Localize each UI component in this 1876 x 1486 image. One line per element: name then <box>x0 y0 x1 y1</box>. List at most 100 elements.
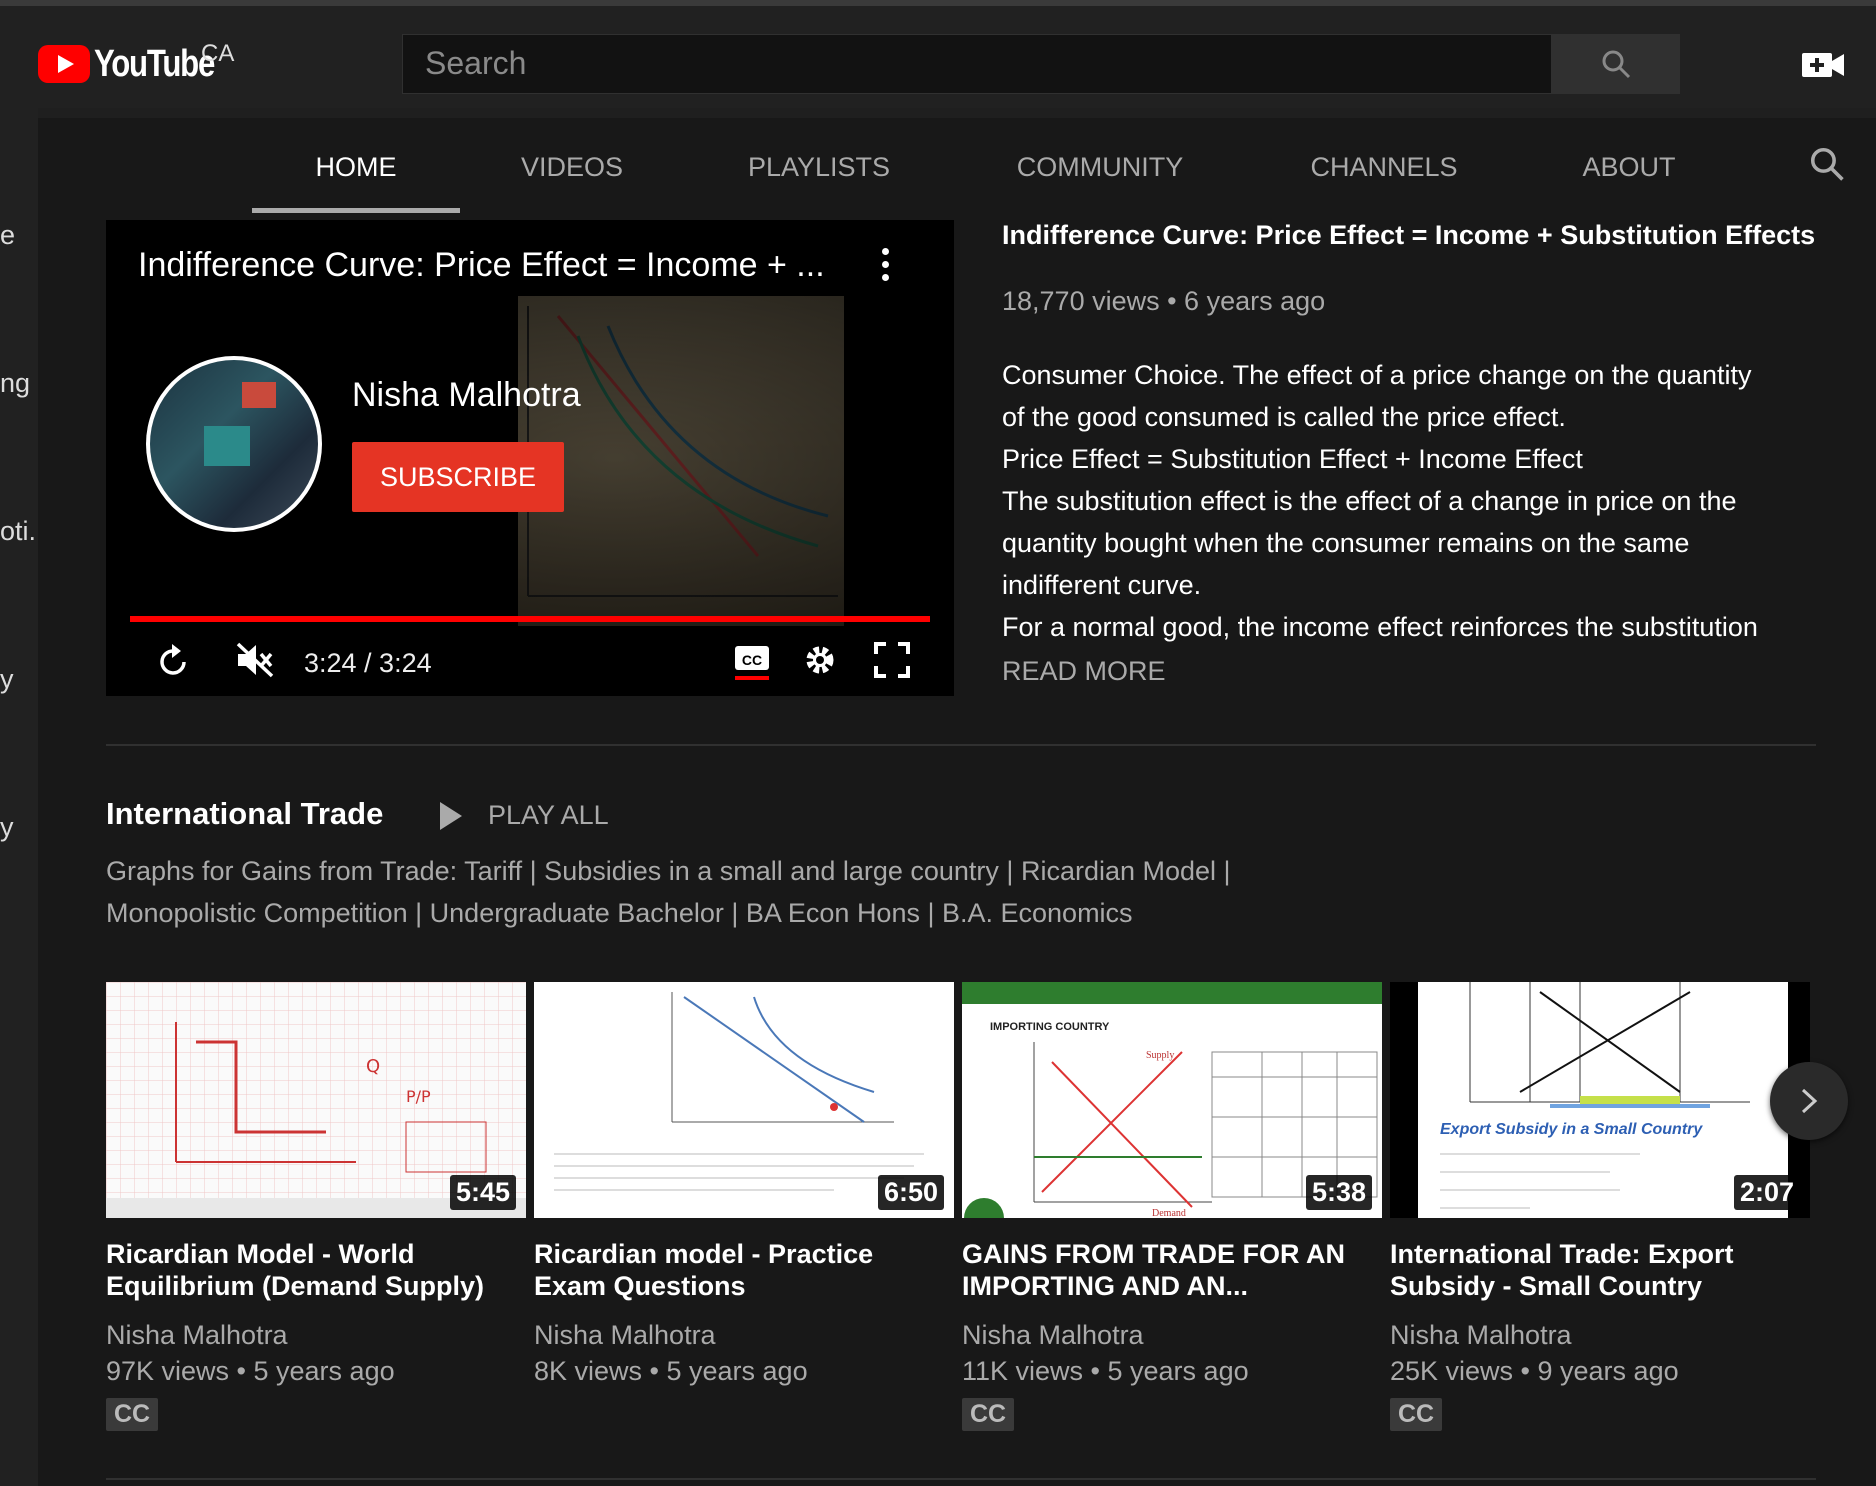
svg-text:CC: CC <box>742 652 762 668</box>
shelf-description: Graphs for Gains from Trade: Tariff | Su… <box>106 850 1406 934</box>
video-thumbnail[interactable]: 6:50 <box>534 982 954 1218</box>
description-line: Price Effect = Substitution Effect + Inc… <box>1002 444 1583 474</box>
duration-badge: 5:45 <box>449 1175 516 1210</box>
top-stripe <box>0 0 1876 6</box>
description-line: quantity bought when the consumer remain… <box>1002 528 1690 558</box>
sidebar-item-fragment[interactable]: y <box>0 812 14 843</box>
fullscreen-icon <box>874 642 910 678</box>
tab-playlists[interactable]: PLAYLISTS <box>730 118 908 216</box>
section-divider <box>106 1478 1816 1480</box>
thumbnail-demand-label: Demand <box>1152 1208 1186 1218</box>
search-icon <box>1602 50 1631 79</box>
tab-about[interactable]: ABOUT <box>1570 118 1688 216</box>
description-line: Consumer Choice. The effect of a price c… <box>1002 360 1752 390</box>
featured-video-player[interactable]: Indifference Curve: Price Effect = Incom… <box>106 220 954 696</box>
player-channel-name[interactable]: Nisha Malhotra <box>352 376 581 415</box>
play-all-icon[interactable] <box>440 802 462 830</box>
active-tab-indicator <box>252 208 460 213</box>
thumbnail-heading: IMPORTING COUNTRY <box>990 1021 1110 1033</box>
replay-icon <box>160 644 186 675</box>
video-title-line: Subsidy - Small Country <box>1390 1271 1703 1301</box>
video-thumbnail[interactable]: Export Subsidy in a Small Country 2:07 <box>1390 982 1810 1218</box>
description-line: indifferent curve. <box>1002 570 1202 600</box>
video-title-line: Exam Questions <box>534 1271 746 1301</box>
sidebar-item-fragment[interactable]: y <box>0 664 14 695</box>
shelf-description-line: Graphs for Gains from Trade: Tariff | Su… <box>106 856 1231 886</box>
video-channel[interactable]: Nisha Malhotra <box>962 1320 1144 1351</box>
description-line: For a normal good, the income effect rei… <box>1002 612 1758 642</box>
video-title[interactable]: International Trade: Export Subsidy - Sma… <box>1390 1238 1810 1302</box>
section-divider <box>106 744 1816 746</box>
description-line: The substitution effect is the effect of… <box>1002 486 1737 516</box>
cc-badge: CC <box>1390 1398 1443 1431</box>
video-title[interactable]: Ricardian Model - World Equilibrium (Dema… <box>106 1238 526 1302</box>
captions-button[interactable]: CC <box>732 640 772 687</box>
tab-home[interactable]: HOME <box>252 118 460 216</box>
description-line: of the good consumed is called the price… <box>1002 402 1566 432</box>
mute-button[interactable] <box>234 640 276 685</box>
time-display: 3:24 / 3:24 <box>304 648 432 678</box>
region-label: CA <box>201 40 235 67</box>
search-input[interactable] <box>403 35 1543 91</box>
video-channel[interactable]: Nisha Malhotra <box>534 1320 716 1351</box>
duration-badge: 5:38 <box>1305 1175 1372 1210</box>
youtube-play-icon <box>38 45 90 83</box>
video-camera-add-icon <box>1802 53 1844 77</box>
thumbnail-supply-label: Supply <box>1146 1050 1174 1061</box>
tab-videos[interactable]: VIDEOS <box>500 118 644 216</box>
video-title-line: IMPORTING AND AN... <box>962 1271 1248 1301</box>
video-channel[interactable]: Nisha Malhotra <box>1390 1320 1572 1351</box>
video-title-line: GAINS FROM TRADE FOR AN <box>962 1239 1345 1269</box>
sidebar-edge <box>0 108 38 1486</box>
featured-video-title[interactable]: Indifference Curve: Price Effect = Incom… <box>1002 220 1822 251</box>
cc-badge: CC <box>106 1398 159 1431</box>
featured-video-meta: 18,770 views • 6 years ago <box>1002 286 1326 316</box>
progress-bar[interactable] <box>130 616 930 622</box>
read-more-link[interactable]: READ MORE <box>1002 656 1166 687</box>
search-icon <box>1810 147 1844 181</box>
tab-community[interactable]: COMMUNITY <box>1000 118 1200 216</box>
play-all-button[interactable]: PLAY ALL <box>488 800 609 831</box>
shelf-next-button[interactable] <box>1770 1062 1848 1140</box>
video-meta: 25K views • 9 years ago <box>1390 1356 1679 1386</box>
channel-search-button[interactable] <box>1808 145 1846 188</box>
tab-channels[interactable]: CHANNELS <box>1296 118 1472 216</box>
player-title[interactable]: Indifference Curve: Price Effect = Incom… <box>138 246 825 285</box>
gear-icon <box>806 646 834 674</box>
video-title-line: Ricardian Model - World <box>106 1239 415 1269</box>
sidebar-item-fragment[interactable]: ng <box>0 368 30 399</box>
video-title-line: International Trade: Export <box>1390 1239 1734 1269</box>
svg-text:P/P: P/P <box>406 1087 431 1106</box>
featured-video-description: Consumer Choice. The effect of a price c… <box>1002 354 1832 648</box>
create-video-button[interactable] <box>1800 46 1846 84</box>
shelf-title[interactable]: International Trade <box>106 796 383 832</box>
video-meta: 8K views • 5 years ago <box>534 1356 808 1386</box>
youtube-logo[interactable]: YouTube CA <box>38 40 240 85</box>
video-title[interactable]: Ricardian model - Practice Exam Questions <box>534 1238 954 1302</box>
video-title[interactable]: GAINS FROM TRADE FOR AN IMPORTING AND AN.… <box>962 1238 1382 1302</box>
svg-text:Q: Q <box>366 1056 380 1077</box>
video-thumbnail[interactable]: IMPORTING COUNTRY Supply Demand 5:38 <box>962 982 1382 1218</box>
cc-badge: CC <box>962 1398 1015 1431</box>
replay-button[interactable] <box>154 640 194 685</box>
video-meta: 11K views • 5 years ago <box>962 1356 1249 1386</box>
video-title-line: Ricardian model - Practice <box>534 1239 874 1269</box>
settings-button[interactable] <box>800 640 840 685</box>
logo-text: YouTube <box>94 42 215 85</box>
channel-avatar[interactable] <box>146 356 322 532</box>
more-options-icon[interactable] <box>882 248 890 287</box>
search-box[interactable] <box>402 34 1552 94</box>
sidebar-item-fragment[interactable]: e <box>0 220 15 251</box>
video-meta: 97K views • 5 years ago <box>106 1356 395 1386</box>
duration-badge: 6:50 <box>877 1175 944 1210</box>
video-title-line: Equilibrium (Demand Supply) <box>106 1271 485 1301</box>
subscribe-button[interactable]: SUBSCRIBE <box>352 442 564 512</box>
fullscreen-button[interactable] <box>872 640 912 685</box>
captions-icon: CC <box>735 646 769 680</box>
thumbnail-caption: Export Subsidy in a Small Country <box>1440 1121 1703 1138</box>
search-button[interactable] <box>1552 34 1680 94</box>
video-thumbnail[interactable]: Q P/P 5:45 <box>106 982 526 1218</box>
muted-volume-icon <box>236 642 274 678</box>
video-channel[interactable]: Nisha Malhotra <box>106 1320 288 1351</box>
chevron-right-icon <box>1801 1088 1818 1114</box>
